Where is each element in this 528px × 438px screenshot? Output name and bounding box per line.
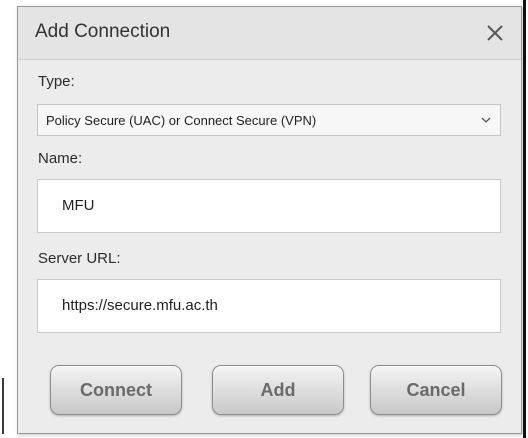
server-url-field[interactable]: https://secure.mfu.ac.th xyxy=(37,279,501,333)
add-button[interactable]: Add xyxy=(212,365,344,415)
type-selected-value: Policy Secure (UAC) or Connect Secure (V… xyxy=(46,113,317,128)
screenshot-stage: Add Connection Type: Policy Secure (UAC)… xyxy=(0,0,528,438)
dialog-titlebar: Add Connection xyxy=(18,7,521,60)
crop-edge-right xyxy=(523,0,526,438)
type-label: Type: xyxy=(38,73,75,90)
crop-edge-left xyxy=(2,378,4,434)
connect-button[interactable]: Connect xyxy=(50,365,182,415)
server-url-field-value: https://secure.mfu.ac.th xyxy=(62,297,218,314)
close-x-icon xyxy=(487,25,503,41)
close-button[interactable] xyxy=(479,17,511,49)
name-field[interactable]: MFU xyxy=(37,179,501,233)
add-connection-dialog: Add Connection Type: Policy Secure (UAC)… xyxy=(17,6,522,434)
name-field-value: MFU xyxy=(62,197,95,214)
cancel-button[interactable]: Cancel xyxy=(370,365,502,415)
name-label: Name: xyxy=(38,150,83,167)
type-select[interactable]: Policy Secure (UAC) or Connect Secure (V… xyxy=(37,104,501,136)
dialog-title: Add Connection xyxy=(35,21,171,42)
chevron-down-icon xyxy=(481,117,491,123)
server-url-label: Server URL: xyxy=(38,250,121,267)
